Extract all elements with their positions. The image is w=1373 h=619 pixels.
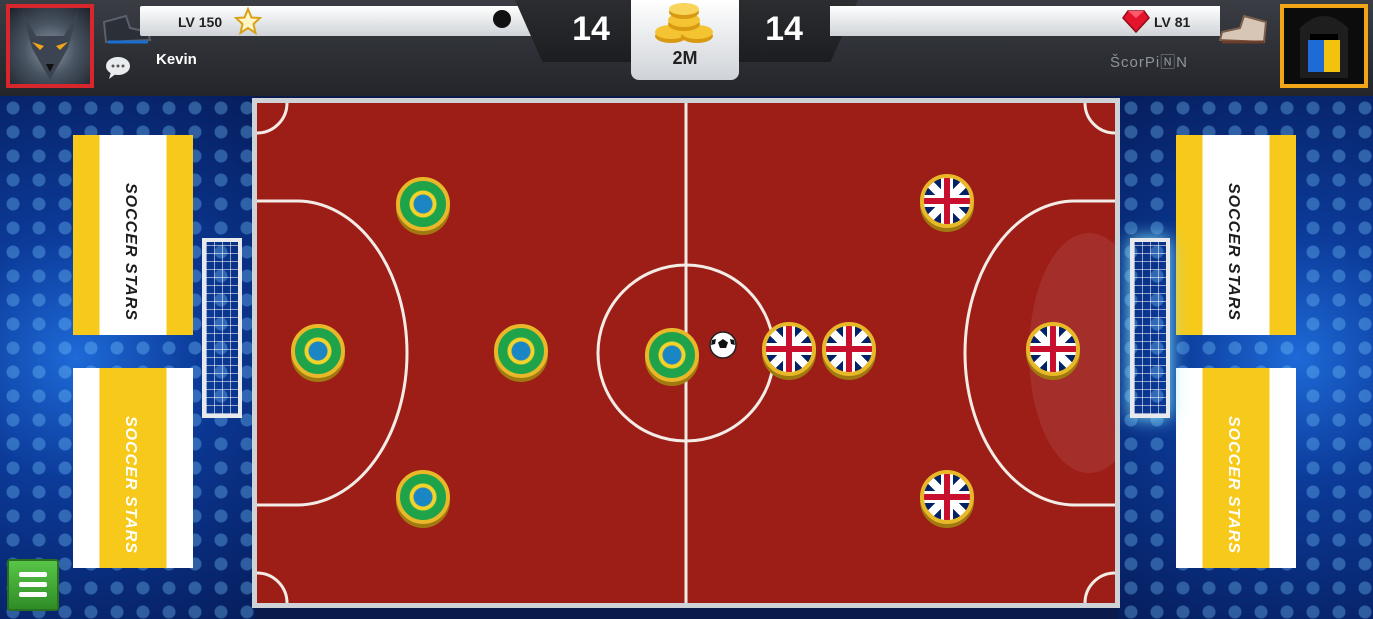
ad-banner-left-top: SOCCER STARS xyxy=(73,135,193,335)
menu-button[interactable] xyxy=(7,559,59,611)
ad-banner-right-top: SOCCER STARS xyxy=(1176,135,1296,335)
pot-amount: 2M xyxy=(672,48,698,68)
player1-avatar[interactable] xyxy=(6,4,94,88)
player1-disc[interactable] xyxy=(396,177,450,231)
star-icon xyxy=(233,6,263,40)
player2-name: ŠcorPi🄽N xyxy=(1110,54,1189,71)
coin-stack-icon xyxy=(651,2,719,51)
player1-disc[interactable] xyxy=(396,470,450,524)
banner-logo-text: SOCCER STARS xyxy=(122,183,139,321)
banner-logo-text: SOCCER STARS xyxy=(1225,183,1242,321)
ad-banner-left-bottom: SOCCER STARS xyxy=(73,368,193,568)
ad-banner-right-bottom: SOCCER STARS xyxy=(1176,368,1296,568)
player1-name: Kevin xyxy=(156,51,197,68)
banner-logo-text: SOCCER STARS xyxy=(122,416,139,554)
player2-disc xyxy=(920,470,974,524)
score-left: 14 xyxy=(572,10,610,48)
score-right: 14 xyxy=(765,10,803,48)
player2-avatar[interactable] xyxy=(1280,4,1368,88)
gem-icon xyxy=(1122,9,1150,38)
player2-level: LV 81 xyxy=(1154,14,1191,30)
left-goal xyxy=(202,238,242,418)
player2-disc xyxy=(920,174,974,228)
banner-logo-text: SOCCER STARS xyxy=(1225,416,1242,554)
chat-icon[interactable] xyxy=(105,56,131,85)
player2-disc xyxy=(822,322,876,376)
right-goal xyxy=(1130,238,1170,418)
player1-turn-dot xyxy=(493,10,511,28)
player1-disc[interactable] xyxy=(645,328,699,382)
boot-icon xyxy=(1218,10,1270,53)
wolf-avatar-icon xyxy=(22,12,78,80)
masked-avatar-icon xyxy=(1300,16,1348,78)
soccer-ball-icon[interactable] xyxy=(708,330,738,365)
player1-level: LV 150 xyxy=(178,14,223,30)
player1-disc[interactable] xyxy=(291,324,345,378)
player1-disc[interactable] xyxy=(494,324,548,378)
player2-disc xyxy=(762,322,816,376)
player2-disc xyxy=(1026,322,1080,376)
